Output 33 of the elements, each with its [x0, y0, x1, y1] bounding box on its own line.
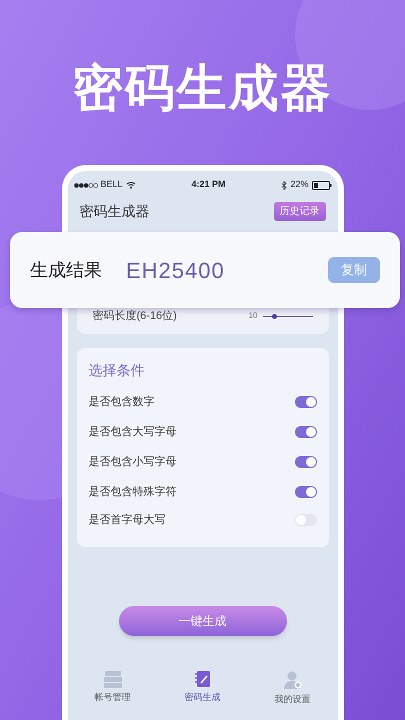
condition-label: 是否包含小写字母 — [88, 454, 176, 470]
length-value: 10 — [248, 310, 258, 322]
status-time: 4:21 PM — [192, 178, 226, 192]
drawer-icon — [102, 670, 122, 688]
tab-item[interactable]: 我的设置 — [262, 670, 322, 706]
generate-button[interactable]: 一键生成 — [118, 606, 286, 636]
condition-label: 是否首字母大写 — [88, 512, 166, 528]
condition-label: 是否包含大写字母 — [88, 424, 176, 440]
notebook-pen-icon — [194, 670, 212, 688]
condition-label: 是否包含特殊字符 — [88, 484, 176, 500]
toggle-switch[interactable] — [294, 514, 316, 526]
tab-item[interactable]: 密码生成 — [172, 670, 232, 706]
length-label: 密码长度(6-16位) — [92, 308, 177, 324]
signal-icon — [74, 182, 98, 188]
result-label: 生成结果 — [30, 258, 102, 282]
length-slider[interactable] — [262, 313, 312, 319]
user-gear-icon — [282, 670, 302, 690]
screen-title: 密码生成器 — [80, 202, 150, 221]
battery-icon — [312, 180, 332, 190]
password-value: EH25400 — [126, 256, 225, 284]
condition-label: 是否包含数字 — [88, 394, 154, 410]
headline: 密码生成器 — [72, 59, 332, 118]
history-button[interactable]: 历史记录 — [274, 202, 326, 221]
battery-percent: 22% — [290, 178, 308, 192]
tab-item[interactable]: 帐号管理 — [82, 670, 142, 706]
bluetooth-icon — [281, 180, 288, 190]
carrier-name: BELL — [100, 178, 123, 192]
toggle-switch[interactable] — [294, 456, 316, 468]
toggle-switch[interactable] — [294, 486, 316, 498]
toggle-switch[interactable] — [294, 426, 316, 438]
section-title: 选择条件 — [88, 361, 146, 380]
toggle-switch[interactable] — [294, 396, 316, 408]
wifi-icon — [126, 181, 136, 189]
